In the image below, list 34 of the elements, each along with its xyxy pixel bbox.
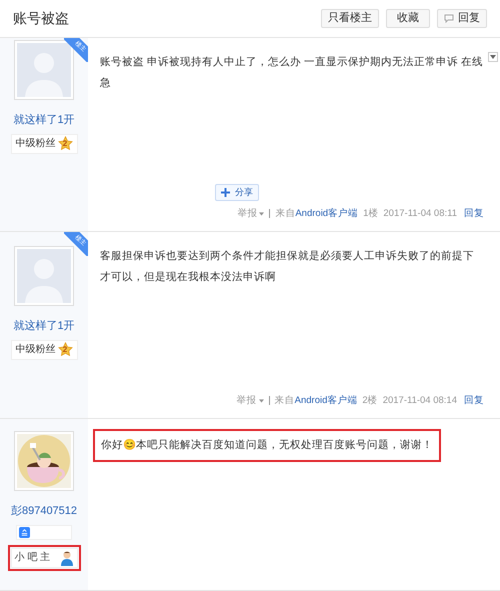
toolbar-button[interactable]: 回复 — [437, 9, 487, 28]
avatar[interactable] — [14, 40, 74, 100]
plus-icon — [221, 188, 230, 197]
author-name[interactable]: 就这样了1开 — [13, 112, 75, 128]
person-icon — [60, 550, 74, 566]
share-button[interactable]: 分享 — [215, 184, 259, 201]
caret-icon — [258, 398, 264, 403]
badge-label: 中级粉丝 — [16, 342, 56, 357]
post-text: 你好😊本吧只能解决百度知道问题，无权处理百度账号问题，谢谢！ — [101, 438, 433, 453]
source-label: 来自 — [275, 206, 296, 221]
floor-number: 1楼 — [363, 206, 378, 221]
badge-label: 中级粉丝 — [16, 136, 56, 151]
toolbar-button[interactable]: 只看楼主 — [321, 9, 379, 28]
caret-icon — [259, 212, 264, 216]
post-text: 客服担保申诉也要达到两个条件才能担保就是必须要人工申诉失败了的前提下才可以，但是现在我根本没法申诉啊 — [100, 249, 475, 285]
floor-number: 2楼 — [362, 394, 378, 408]
author-name[interactable]: 彭897407512 — [10, 503, 78, 520]
thread-title: 账号被盗 — [13, 9, 69, 28]
dropdown-toggle[interactable] — [488, 52, 498, 62]
speech-bubble-icon — [444, 14, 454, 23]
reply-link[interactable]: 回复 — [464, 394, 484, 408]
client-link[interactable]: Android客户端 — [295, 206, 358, 221]
post-time: 2017-11-04 08:14 — [382, 394, 457, 408]
star-icon: 2 — [58, 342, 72, 357]
reply-link[interactable]: 回复 — [464, 206, 484, 221]
post-time: 2017-11-04 08:11 — [383, 206, 457, 221]
badge-label: 小 吧 主 — [14, 550, 50, 565]
post-text: 账号被盗 申诉被现持有人中止了，怎么办 一直显示保护期内无法正常申诉 在线急 — [100, 55, 484, 91]
avatar[interactable] — [14, 246, 74, 306]
source-label: 来自 — [274, 394, 295, 408]
star-icon: 2 — [58, 136, 72, 151]
toolbar-button[interactable]: 收藏 — [386, 9, 430, 28]
author-name[interactable]: 就这样了1开 — [13, 318, 75, 334]
client-link[interactable]: Android客户端 — [294, 394, 358, 408]
